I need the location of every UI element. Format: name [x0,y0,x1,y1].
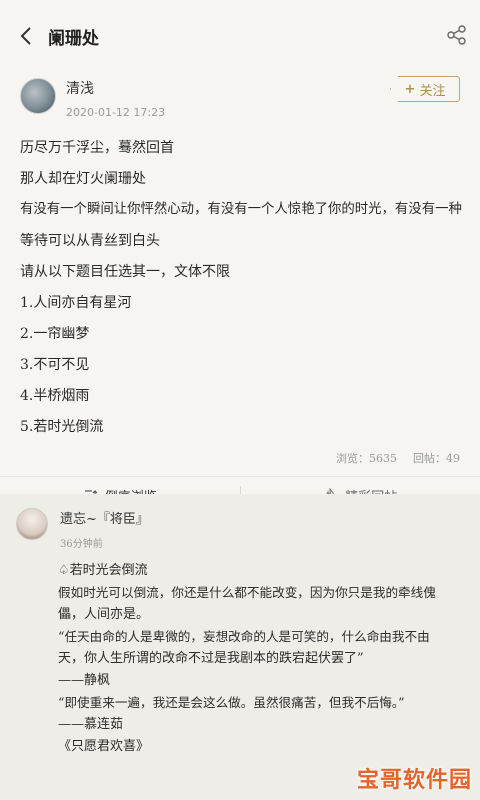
post: 清浅 2020-01-12 17:23 + 关注 历尽万千浮尘，蓦然回首 那人却… [0,76,480,437]
author-name[interactable]: 清浅 [66,78,165,98]
top-bar: 阑珊处 [0,0,480,72]
post-line: 那人却在灯火阑珊处 [20,171,146,187]
reply-line: ♤若时光会倒流 [58,563,148,578]
post-line: 3.不可不见 [20,357,90,373]
post-line: 历尽万千浮尘，蓦然回首 [20,140,174,156]
views-count: 浏览：5635 [336,452,397,465]
post-date: 2020-01-12 17:23 [66,106,166,119]
follow-label: 关注 [419,83,446,99]
reply-card: 遗忘~『将臣』 36分钟前 ♤若时光会倒流 假如时光可以倒流，你还是什么都不能改… [0,494,480,800]
post-line: 等待可以从青丝到白头 [20,233,160,249]
post-line: 4.半桥烟雨 [20,388,90,404]
post-line: 5.若时光倒流 [20,419,104,435]
post-line: 1.人间亦自有星河 [20,295,132,311]
post-body: 历尽万千浮尘，蓦然回首 那人却在灯火阑珊处 有没有一个瞬间让你怦然心动，有没有一… [20,138,462,437]
plus-icon: + [404,81,416,97]
share-icon [447,25,466,45]
follow-button[interactable]: + 关注 [390,76,460,102]
page-title: 阑珊处 [48,28,99,49]
reply-meta: 遗忘~『将臣』 36分钟前 [60,508,149,550]
reply-line: ——慕连茹 [58,717,124,732]
reply-line: 《只愿君欢喜》 [58,739,150,754]
reply-line: ——静枫 [58,673,111,688]
reply-body: ♤若时光会倒流 假如时光可以倒流，你还是什么都不能改变，因为你只是我的牵线傀 儡… [0,550,480,758]
reply-line: “任天由命的人是卑微的，妄想改命的人是可笑的，什么命由我不由 [58,629,430,644]
back-button[interactable] [12,22,40,50]
reply-line: “即使重来一遍，我还是会这么做。虽然很痛苦，但我不后悔。” [58,695,405,710]
reply-line: 假如时光可以倒流，你还是什么都不能改变，因为你只是我的牵线傀 [58,585,436,600]
watermark-logo: 宝哥软件园 [356,768,472,793]
reply-line: 天，你人生所谓的改命不过是我剧本的跌宕起伏罢了” [58,651,364,666]
reply-time: 36分钟前 [60,539,103,550]
post-author-row: 清浅 2020-01-12 17:23 + 关注 [20,76,460,132]
post-line: 有没有一个瞬间让你怦然心动，有没有一个人惊艳了你的时光，有没有一种 [20,202,462,217]
back-arrow-icon [20,27,31,45]
post-stats: 浏览：5635 回帖：49 [0,448,480,468]
reply-avatar[interactable] [16,508,48,540]
share-button[interactable] [446,24,470,48]
avatar[interactable] [20,78,56,114]
reply-author-name[interactable]: 遗忘~『将臣』 [60,508,149,527]
post-line: 请从以下题目任选其一，文体不限 [20,264,230,280]
post-line: 2.一帘幽梦 [20,326,90,342]
reply-author-row: 遗忘~『将臣』 36分钟前 [0,494,480,550]
reply-line: 儡，人间亦是。 [58,607,150,622]
author-meta: 清浅 2020-01-12 17:23 [66,76,165,119]
replies-count: 回帖：49 [413,452,460,465]
